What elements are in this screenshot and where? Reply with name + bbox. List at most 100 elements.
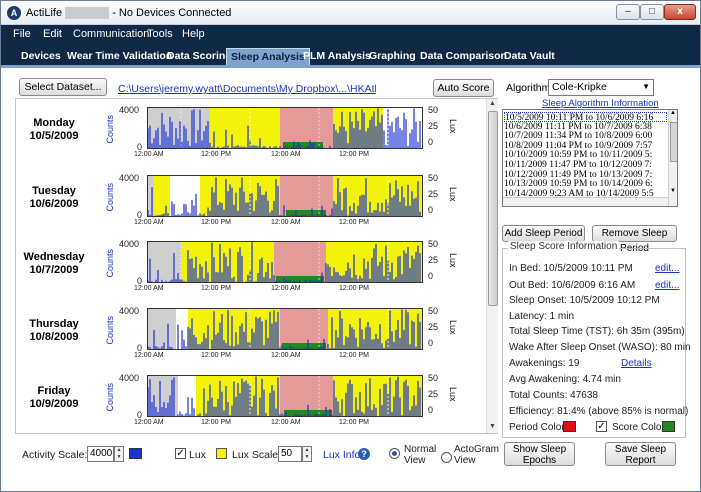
actilife-logo-icon: A: [7, 6, 21, 20]
period-color-swatch[interactable]: [563, 421, 576, 432]
out-bed-text: Out Bed: 10/6/2009 6:16 AM: [509, 280, 636, 291]
day-weekday: Thursday: [29, 318, 79, 330]
lux-axis-label: Lux: [448, 187, 458, 202]
help-icon[interactable]: ?: [358, 448, 370, 460]
sleep-period-item[interactable]: 10/6/2009 11:11 PM to 10/7/2009 6:38: [504, 122, 667, 132]
lux-tick: 0: [428, 405, 434, 415]
lux-region: [154, 176, 170, 216]
time-tick: 12:00 PM: [339, 219, 369, 226]
lux-axis-label: Lux: [448, 320, 458, 335]
auto-score-button[interactable]: Auto Score: [433, 79, 494, 97]
sleep-period-item[interactable]: 10/8/2009 11:04 PM to 10/9/2009 7:57: [504, 141, 667, 151]
lux-scale-label: Lux Scale:: [232, 449, 282, 461]
close-button[interactable]: x: [664, 4, 696, 20]
period-list-hscrollbar[interactable]: [503, 197, 668, 206]
sleep-period-item[interactable]: 10/7/2009 11:34 PM to 10/8/2009 6:00: [504, 131, 667, 141]
time-tick: 12:00 AM: [134, 219, 164, 226]
lux-tick: 0: [428, 338, 434, 348]
activity-chart: [148, 176, 422, 216]
actogram-view-radio[interactable]: [441, 452, 452, 463]
time-tick: 12:00 AM: [134, 285, 164, 292]
sleep-period-item[interactable]: 10/13/2009 10:59 PM to 10/14/2009 6:: [504, 179, 667, 189]
no-data-region: [148, 242, 182, 282]
menu-file[interactable]: File: [13, 28, 31, 40]
awakenings-details-link[interactable]: Details: [621, 358, 652, 369]
menu-help[interactable]: Help: [182, 28, 205, 40]
lux-axis-label: Lux: [448, 119, 458, 134]
edit-in-bed-link[interactable]: edit...: [655, 263, 679, 274]
avg-awakening-text: Avg Awakening: 4.74 min: [509, 374, 621, 385]
score-color-checkbox[interactable]: ✓: [596, 421, 607, 432]
day-label: Tuesday 10/6/2009: [21, 185, 87, 211]
counts-tick-max: 4000: [119, 173, 140, 183]
day-activity-plot[interactable]: [147, 241, 423, 283]
total-counts-text: Total Counts: 47638: [509, 390, 598, 401]
lux-info-link[interactable]: Lux Info: [323, 449, 360, 461]
dataset-path-link[interactable]: C:\Users\jeremy.wyatt\Documents\My Dropb…: [118, 83, 376, 95]
time-tick: 12:00 AM: [134, 352, 164, 359]
lux-axis-label: Lux: [448, 253, 458, 268]
efficiency-text: Efficiency: 81.4% (above 85% is normal): [509, 406, 689, 417]
add-sleep-period-button[interactable]: Add Sleep Period: [502, 225, 585, 242]
time-tick: 12:00 AM: [271, 419, 301, 426]
score-color-swatch[interactable]: [662, 421, 675, 432]
maximize-button[interactable]: □: [640, 4, 664, 20]
menu-communication[interactable]: Communication: [73, 28, 149, 40]
counts-axis-label: Counts: [105, 383, 115, 412]
period-list-scroll-thumb[interactable]: [670, 122, 677, 162]
select-dataset-button[interactable]: Select Dataset...: [19, 78, 107, 96]
day-date: 10/9/2009: [29, 398, 79, 410]
edit-out-bed-link[interactable]: edit...: [655, 280, 679, 291]
list-scroll-up-icon[interactable]: ▲: [670, 110, 676, 116]
activity-scale-stepper[interactable]: ▲ ▼: [114, 446, 124, 462]
day-date: 10/7/2009: [29, 264, 79, 276]
show-sleep-epochs-button[interactable]: Show Sleep Epochs: [504, 442, 575, 466]
day-activity-plot[interactable]: [147, 308, 423, 350]
plots-scrollbar[interactable]: ▲ ▼: [486, 99, 498, 433]
period-list-scrollbar[interactable]: ▲ ▼: [668, 110, 677, 206]
tab-bar: Devices Wear Time Validation Data Scorin…: [1, 45, 700, 67]
algorithm-label: Algorithm:: [506, 82, 554, 94]
scroll-up-arrow-icon[interactable]: ▲: [489, 100, 496, 107]
time-tick: 12:00 PM: [339, 285, 369, 292]
time-tick: 12:00 AM: [271, 285, 301, 292]
day-label: Friday 10/9/2009: [21, 385, 87, 411]
activity-chart: [148, 108, 421, 148]
lux-checkbox-label: Lux: [189, 449, 206, 461]
day-activity-plot[interactable]: [147, 375, 423, 417]
sleep-period-item[interactable]: 10/10/2009 10:59 PM to 10/11/2009 5:: [504, 150, 667, 160]
lux-checkbox[interactable]: ✓: [175, 448, 186, 459]
lux-tick: 25: [428, 189, 439, 199]
day-activity-plot[interactable]: [147, 107, 423, 149]
sleep-period-item[interactable]: 10/5/2009 10:11 PM to 10/6/2009 6:16: [504, 112, 667, 122]
time-tick: 12:00 AM: [271, 219, 301, 226]
counts-axis-label: Counts: [105, 115, 115, 144]
sleep-period-item[interactable]: 10/11/2009 11:47 PM to 10/12/2009 7:: [504, 160, 667, 170]
sleep-algorithm-info-link[interactable]: Sleep Algorithm Information: [542, 98, 659, 109]
waso-text: Wake After Sleep Onset (WASO): 80 min: [509, 342, 691, 353]
activity-scale-input[interactable]: 4000: [87, 446, 114, 462]
menu-tools[interactable]: Tools: [147, 28, 173, 40]
lux-color-swatch[interactable]: [216, 448, 227, 459]
day-label: Wednesday 10/7/2009: [21, 251, 87, 277]
list-scroll-down-icon[interactable]: ▼: [670, 188, 676, 194]
menu-edit[interactable]: Edit: [43, 28, 62, 40]
day-activity-plot[interactable]: [147, 175, 423, 217]
scrollbar-thumb[interactable]: [488, 111, 498, 306]
normal-view-radio[interactable]: [389, 448, 400, 459]
scroll-down-arrow-icon[interactable]: ▼: [489, 423, 496, 430]
actogram-view-label: ActoGram View: [454, 444, 500, 466]
sleep-period-list[interactable]: 10/5/2009 10:11 PM to 10/6/2009 6:16 10/6…: [502, 109, 678, 207]
lux-tick: 50: [428, 105, 439, 115]
activity-color-swatch[interactable]: [129, 448, 142, 459]
remove-sleep-period-button[interactable]: Remove Sleep Period: [592, 225, 677, 254]
algorithm-select[interactable]: Cole-Kripke ▼: [548, 79, 654, 96]
lux-scale-input[interactable]: 50: [278, 446, 302, 462]
save-sleep-report-button[interactable]: Save Sleep Report: [605, 442, 676, 466]
minimize-button[interactable]: –: [616, 4, 640, 20]
time-tick: 12:00 PM: [201, 352, 231, 359]
lux-tick: 50: [428, 173, 439, 183]
lux-scale-stepper[interactable]: ▲ ▼: [302, 446, 312, 462]
lux-tick: 25: [428, 389, 439, 399]
sleep-period-item[interactable]: 10/12/2009 11:49 PM to 10/13/2009 7:: [504, 170, 667, 180]
